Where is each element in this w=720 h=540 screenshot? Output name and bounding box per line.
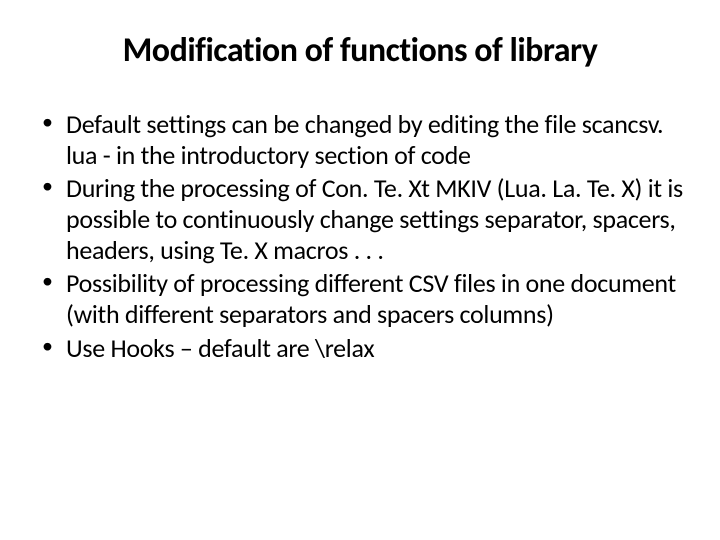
list-item: Use Hooks – default are \relax [34, 333, 690, 364]
list-item: During the processing of Con. Te. Xt MKI… [34, 173, 690, 265]
bullet-list: Default settings can be changed by editi… [30, 109, 690, 366]
list-item: Default settings can be changed by editi… [34, 109, 690, 170]
list-item: Possibility of processing different CSV … [34, 268, 690, 329]
slide: Modification of functions of library Def… [0, 0, 720, 540]
slide-title: Modification of functions of library [30, 30, 690, 71]
